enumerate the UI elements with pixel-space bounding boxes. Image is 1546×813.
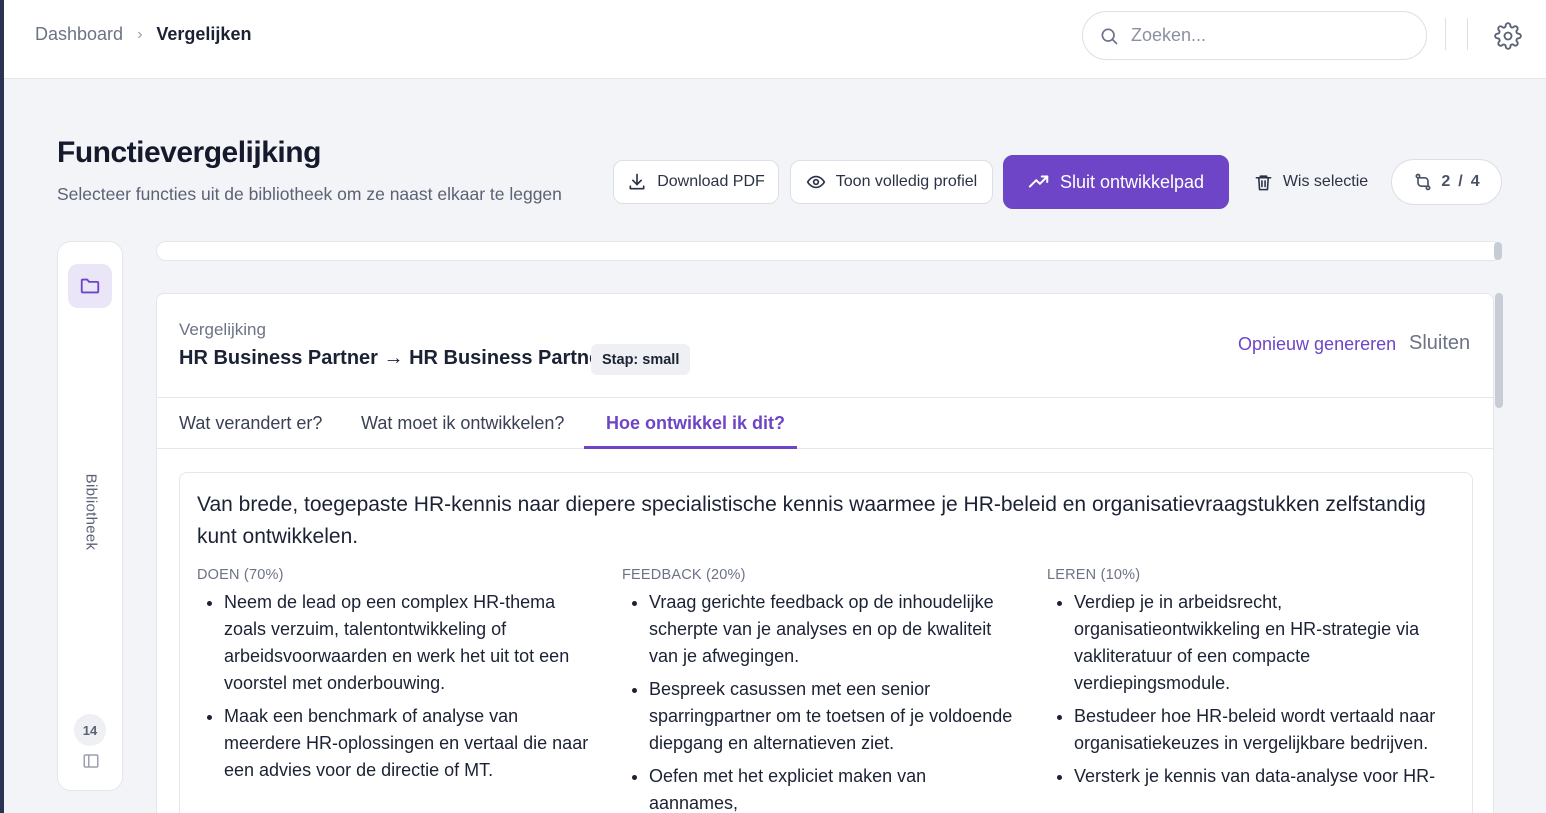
breadcrumb-dashboard[interactable]: Dashboard bbox=[35, 24, 123, 45]
list-item: Vraag gerichte feedback op de inhoudelij… bbox=[649, 589, 1020, 670]
tab-how-to-develop[interactable]: Hoe ontwikkel ik dit? bbox=[606, 398, 785, 449]
close-path-label: Sluit ontwikkelpad bbox=[1059, 171, 1205, 192]
compare-icon bbox=[1415, 173, 1431, 191]
active-tab-indicator bbox=[584, 446, 797, 449]
chevron-right-icon: › bbox=[137, 25, 143, 43]
clear-selection-button[interactable]: Wis selectie bbox=[1243, 160, 1379, 204]
list-item: Verdiep je in arbeidsrecht, organisatieo… bbox=[1074, 589, 1445, 697]
search-icon bbox=[1101, 28, 1118, 44]
library-folder-button[interactable] bbox=[68, 264, 112, 308]
library-sidebar: Bibliotheek 14 bbox=[57, 241, 123, 791]
trending-up-icon bbox=[1028, 175, 1049, 188]
eye-icon bbox=[806, 175, 825, 189]
development-plan: Van brede, toegepaste HR-kennis naar die… bbox=[179, 472, 1473, 813]
library-label[interactable]: Bibliotheek bbox=[83, 474, 100, 551]
column-heading: DOEN (70%) bbox=[197, 567, 284, 583]
search-box[interactable] bbox=[1082, 11, 1427, 60]
comparison-eyebrow: Vergelijking bbox=[179, 320, 266, 339]
column-heading: FEEDBACK (20%) bbox=[622, 567, 746, 583]
list-item: Oefen met het expliciet maken van aannam… bbox=[649, 763, 1020, 813]
column-leren: LEREN (10%) Verdiep je in arbeidsrecht, … bbox=[1047, 567, 1445, 796]
selection-counter[interactable]: 2 / 4 bbox=[1391, 159, 1502, 205]
top-bar: Dashboard › Vergelijken bbox=[4, 0, 1546, 79]
breadcrumb: Dashboard › Vergelijken bbox=[35, 24, 251, 45]
download-icon bbox=[629, 173, 645, 190]
selection-separator: / bbox=[1458, 173, 1463, 190]
close-path-button[interactable]: Sluit ontwikkelpad bbox=[1003, 155, 1229, 209]
show-profile-button[interactable]: Toon volledig profiel bbox=[790, 160, 993, 204]
download-pdf-button[interactable]: Download PDF bbox=[613, 160, 779, 204]
list-item: Neem de lead op een complex HR-thema zoa… bbox=[224, 589, 595, 697]
tab-what-to-develop[interactable]: Wat moet ik ontwikkelen? bbox=[361, 398, 564, 449]
close-comparison-button[interactable]: Sluiten bbox=[1409, 332, 1470, 355]
selection-strip bbox=[156, 241, 1502, 261]
divider bbox=[1445, 18, 1446, 50]
stage-badge: Stap: small bbox=[591, 344, 691, 375]
show-profile-label: Toon volledig profiel bbox=[835, 173, 978, 190]
panel-toggle-icon[interactable] bbox=[82, 752, 100, 770]
download-pdf-label: Download PDF bbox=[657, 173, 765, 190]
column-heading: LEREN (10%) bbox=[1047, 567, 1141, 583]
page-title: Functievergelijking bbox=[57, 136, 321, 169]
window-edge bbox=[0, 0, 4, 813]
comparison-card: Vergelijking HR Business Partner → HR Bu… bbox=[156, 293, 1494, 813]
regenerate-link[interactable]: Opnieuw genereren bbox=[1238, 334, 1396, 355]
library-count-badge: 14 bbox=[74, 714, 106, 746]
clear-selection-label: Wis selectie bbox=[1282, 173, 1369, 190]
list-item: Bestudeer hoe HR-beleid wordt vertaald n… bbox=[1074, 703, 1445, 757]
breadcrumb-current: Vergelijken bbox=[156, 24, 252, 44]
scrollbar[interactable] bbox=[1494, 242, 1502, 260]
development-summary: Van brede, toegepaste HR-kennis naar die… bbox=[197, 493, 1426, 548]
tab-what-changes[interactable]: Wat verandert er? bbox=[179, 398, 322, 449]
scrollbar[interactable] bbox=[1495, 293, 1503, 408]
trash-icon bbox=[1255, 174, 1272, 190]
selection-total: 4 bbox=[1470, 173, 1480, 190]
column-doen: DOEN (70%) Neem de lead op een complex H… bbox=[197, 567, 595, 790]
list-item: Maak een benchmark of analyse van meerde… bbox=[224, 703, 595, 784]
column-feedback: FEEDBACK (20%) Vraag gerichte feedback o… bbox=[622, 567, 1020, 813]
folder-icon bbox=[80, 278, 100, 294]
list-item: Versterk je kennis van data-analyse voor… bbox=[1074, 763, 1445, 790]
divider bbox=[1467, 18, 1468, 50]
selection-count: 2 bbox=[1441, 173, 1451, 190]
comparison-tabs: Wat verandert er? Wat moet ik ontwikkele… bbox=[157, 397, 1493, 449]
gear-icon[interactable] bbox=[1494, 22, 1522, 50]
list-item: Bespreek casussen met een senior sparrin… bbox=[649, 676, 1020, 757]
comparison-title: HR Business Partner → HR Business Partne… bbox=[179, 347, 609, 369]
page-subtitle: Selecteer functies uit de bibliotheek om… bbox=[57, 184, 562, 204]
search-input[interactable] bbox=[1131, 25, 1411, 46]
